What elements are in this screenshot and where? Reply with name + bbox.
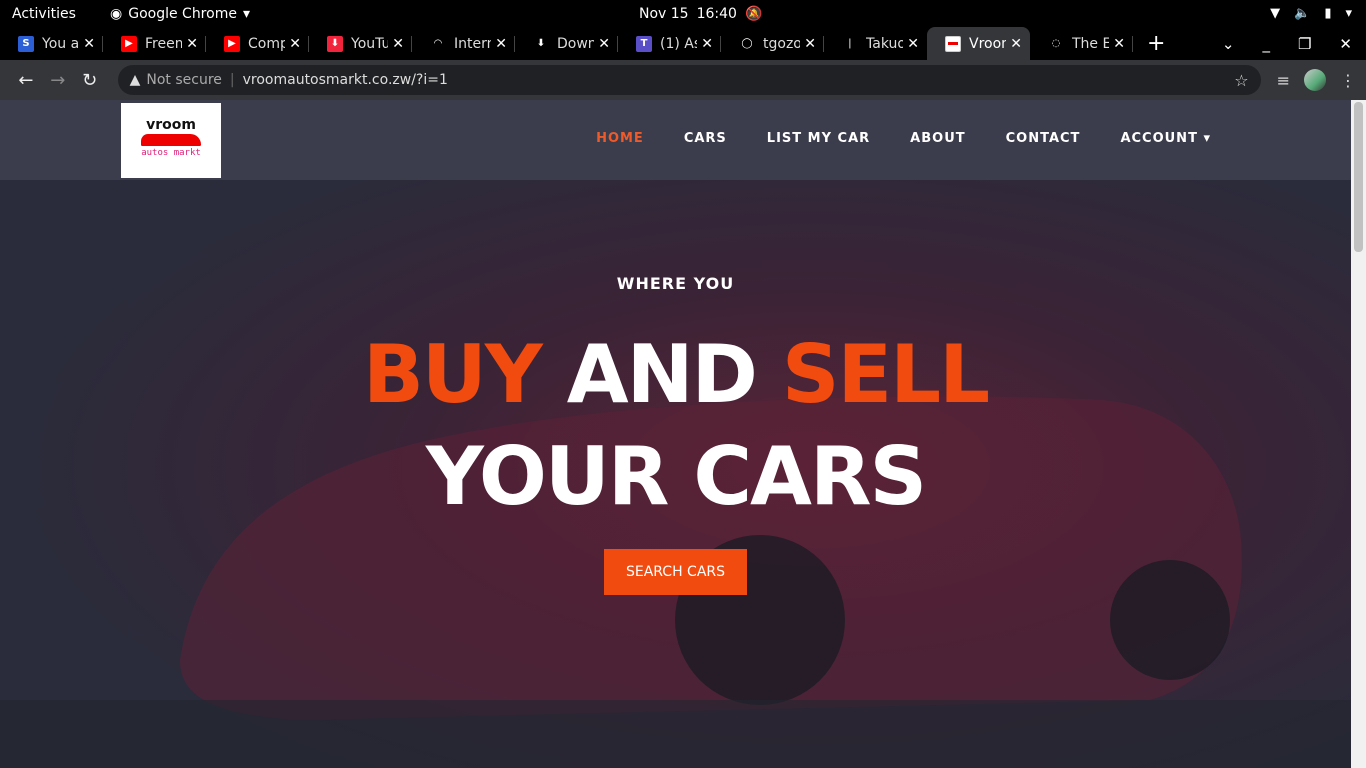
caret-down-icon: ▾: [1203, 131, 1211, 146]
address-bar[interactable]: ▲ Not secure | vroomautosmarkt.co.zw/?i=…: [117, 65, 1261, 95]
hero-title-line1: BUY AND SELL: [362, 328, 990, 421]
nav-list-my-car[interactable]: LIST MY CAR: [767, 131, 870, 146]
tab-favicon-icon: [945, 35, 961, 52]
tab-favicon-icon: ▶: [224, 35, 240, 52]
tab-close-icon[interactable]: ✕: [289, 36, 301, 52]
app-menu[interactable]: ◉ Google Chrome ▾: [110, 6, 250, 22]
nav-cars[interactable]: CARS: [684, 131, 727, 146]
tab-close-icon[interactable]: ✕: [495, 36, 507, 52]
browser-tab[interactable]: ◠ Intern ✕: [412, 27, 515, 60]
system-top-bar: Activities ◉ Google Chrome ▾ Nov 15 16:40 🔕 …: [0, 0, 1366, 27]
site-header: vroom autos markt HOME CARS LIST MY CAR …: [0, 100, 1351, 180]
toolbar: ← → ↻ ▲ Not secure | vroomautosmarkt.co.…: [0, 60, 1366, 100]
hero-kicker: WHERE YOU: [616, 274, 735, 293]
tab-favicon-icon: ▶: [121, 35, 137, 52]
back-button[interactable]: ←: [10, 70, 42, 91]
clock[interactable]: Nov 15 16:40 🔕: [639, 6, 762, 22]
browser-tab[interactable]: ❘ Takuo ✕: [824, 27, 927, 60]
tab-close-icon[interactable]: ✕: [1113, 36, 1125, 52]
tab-close-icon[interactable]: ✕: [186, 36, 198, 52]
page-scrollbar[interactable]: [1351, 100, 1366, 768]
tab-close-icon[interactable]: ✕: [392, 36, 404, 52]
browser-tab[interactable]: T (1) As ✕: [618, 27, 721, 60]
maximize-button[interactable]: ❐: [1298, 35, 1311, 53]
browser-tab[interactable]: ◌ The E ✕: [1030, 27, 1133, 60]
url-text[interactable]: vroomautosmarkt.co.zw/?i=1: [243, 72, 448, 88]
hero-title-line2: YOUR CARS: [425, 430, 927, 523]
menu-kebab-icon[interactable]: ⋮: [1340, 71, 1356, 90]
chrome-icon: ◉: [110, 5, 123, 22]
tab-close-icon[interactable]: ✕: [804, 36, 816, 52]
site-logo[interactable]: vroom autos markt: [121, 103, 221, 178]
new-tab-button[interactable]: +: [1133, 27, 1179, 60]
media-control-icon[interactable]: ≡: [1277, 71, 1290, 90]
divider: |: [229, 72, 235, 88]
scrollbar-thumb[interactable]: [1354, 102, 1363, 252]
tab-search-icon[interactable]: ⌄: [1222, 35, 1235, 53]
browser-tab[interactable]: ⬇ Down ✕: [515, 27, 618, 60]
volume-icon: 🔈: [1294, 6, 1311, 21]
nav-account[interactable]: ACCOUNT ▾: [1120, 131, 1211, 146]
web-page: vroom autos markt HOME CARS LIST MY CAR …: [0, 100, 1351, 768]
caret-down-icon: ▾: [242, 5, 250, 22]
main-nav: HOME CARS LIST MY CAR ABOUT CONTACT ACCO…: [596, 131, 1211, 146]
tab-favicon-icon: ◯: [739, 35, 755, 52]
bell-muted-icon: 🔕: [744, 5, 763, 22]
tab-favicon-icon: T: [636, 35, 652, 52]
reload-button[interactable]: ↻: [74, 70, 106, 91]
warning-icon: ▲: [129, 72, 141, 88]
bookmark-star-icon[interactable]: ☆: [1234, 71, 1248, 90]
tab-favicon-icon: S: [18, 35, 34, 52]
wifi-icon: ▼: [1270, 6, 1281, 21]
browser-tab[interactable]: S You a ✕: [0, 27, 103, 60]
tab-close-icon[interactable]: ✕: [598, 36, 610, 52]
nav-about[interactable]: ABOUT: [910, 131, 965, 146]
minimize-button[interactable]: _: [1262, 35, 1270, 53]
browser-tab[interactable]: ◯ tgozo ✕: [721, 27, 824, 60]
tab-close-icon[interactable]: ✕: [907, 36, 919, 52]
profile-avatar[interactable]: [1304, 69, 1326, 91]
tab-close-icon[interactable]: ✕: [701, 36, 713, 52]
window-controls: ⌄ _ ❐ ✕: [1222, 27, 1366, 60]
tab-favicon-icon: ◠: [430, 35, 446, 52]
tab-strip: S You a ✕ ▶ Freem ✕ ▶ Comp ✕ ⬇ YouTu ✕ ◠ Intern ✕ ⬇ Down…: [0, 27, 1366, 60]
tab-close-icon[interactable]: ✕: [1010, 36, 1022, 52]
activities-button[interactable]: Activities: [12, 6, 76, 22]
search-cars-button[interactable]: SEARCH CARS: [604, 549, 747, 595]
nav-contact[interactable]: CONTACT: [1006, 131, 1081, 146]
system-tray[interactable]: ▼ 🔈 ▮ ▾: [1270, 6, 1352, 21]
browser-tab[interactable]: Vroom✕: [927, 27, 1030, 60]
browser-tab[interactable]: ▶ Comp ✕: [206, 27, 309, 60]
tab-favicon-icon: ❘: [842, 35, 858, 52]
tab-favicon-icon: ⬇: [533, 35, 549, 52]
nav-home[interactable]: HOME: [596, 131, 644, 146]
tab-favicon-icon: ⬇: [327, 35, 343, 52]
browser-tab[interactable]: ▶ Freem ✕: [103, 27, 206, 60]
tab-close-icon[interactable]: ✕: [83, 36, 95, 52]
caret-down-icon: ▾: [1345, 6, 1352, 21]
forward-button[interactable]: →: [42, 70, 74, 91]
browser-tab[interactable]: ⬇ YouTu ✕: [309, 27, 412, 60]
close-window-button[interactable]: ✕: [1339, 35, 1352, 53]
battery-icon: ▮: [1324, 6, 1332, 21]
car-logo-icon: [141, 134, 201, 146]
security-status[interactable]: Not secure: [146, 72, 222, 88]
tab-favicon-icon: ◌: [1048, 35, 1064, 52]
